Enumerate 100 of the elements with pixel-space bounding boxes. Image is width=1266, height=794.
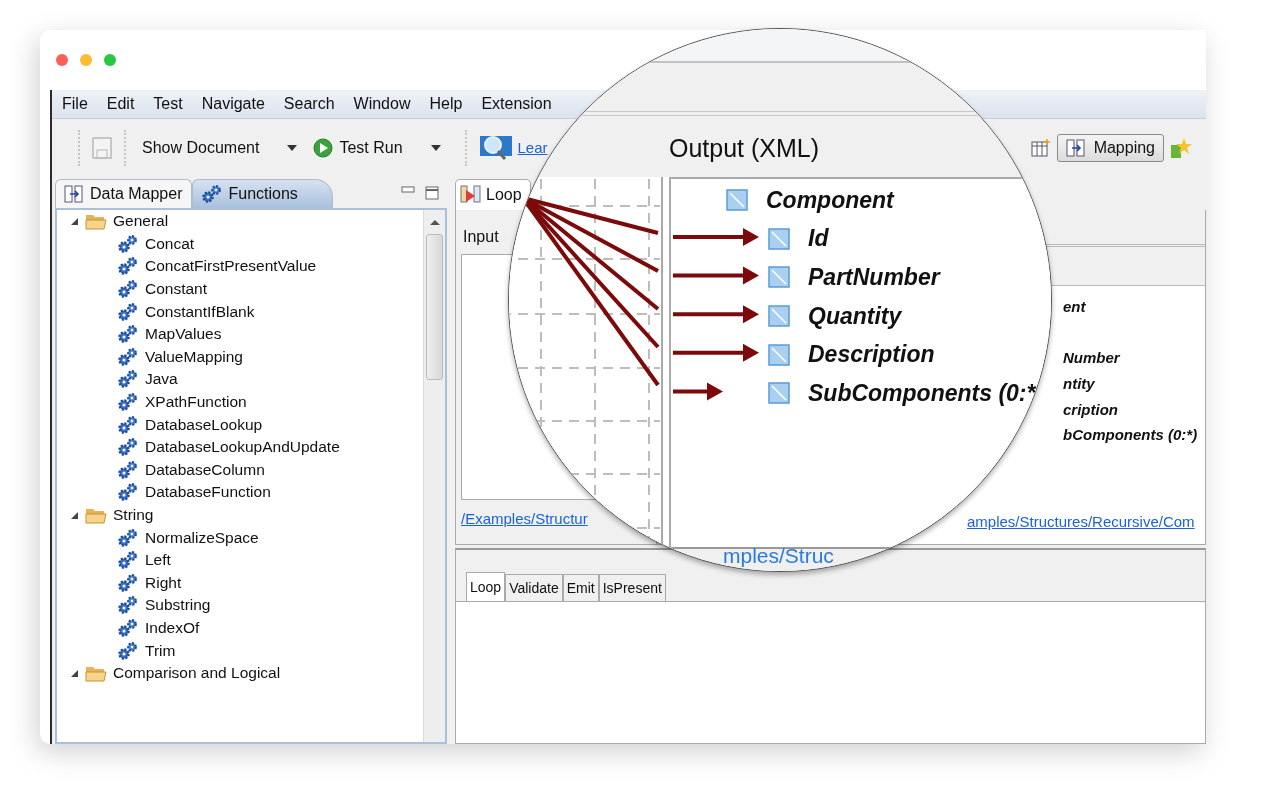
scroll-thumb[interactable] xyxy=(426,234,443,380)
mapping-file-icon xyxy=(460,184,482,206)
tree-node-label[interactable]: PartNumber xyxy=(808,264,940,291)
caret-icon[interactable] xyxy=(287,144,298,151)
function-item[interactable]: DatabaseFunction xyxy=(145,483,271,502)
gears-icon xyxy=(117,392,139,413)
function-item[interactable]: XPathFunction xyxy=(145,393,247,412)
function-item[interactable]: DatabaseLookup xyxy=(145,415,263,434)
element-icon xyxy=(768,227,790,250)
function-item[interactable]: Right xyxy=(145,573,182,592)
gears-icon xyxy=(117,550,139,571)
function-item[interactable]: IndexOf xyxy=(145,619,200,637)
play-icon xyxy=(313,137,334,158)
zoom-button[interactable] xyxy=(104,54,116,66)
scrollbar[interactable] xyxy=(423,210,445,742)
element-icon xyxy=(768,266,790,289)
document-arrow-icon xyxy=(64,184,84,204)
menu-item[interactable]: Test xyxy=(153,95,183,113)
function-item[interactable]: Constant xyxy=(145,280,208,299)
menu-item[interactable]: Edit xyxy=(106,95,135,113)
gears-icon xyxy=(117,527,139,548)
gears-icon xyxy=(117,279,139,300)
function-item[interactable]: ValueMapping xyxy=(145,347,243,366)
function-item[interactable]: Trim xyxy=(145,641,176,660)
gears-icon xyxy=(117,233,139,254)
expand-triangle-icon[interactable] xyxy=(69,668,79,679)
gears-icon xyxy=(117,572,139,593)
tab[interactable]: Loop xyxy=(466,572,506,601)
function-item[interactable]: Concat xyxy=(145,234,195,253)
file-link[interactable]: amples/Structures/Recursive/Com xyxy=(967,513,1195,530)
tree-node-label[interactable]: Description xyxy=(808,341,935,369)
gears-icon xyxy=(117,595,139,616)
gears-icon xyxy=(117,618,139,638)
tab[interactable]: Emit xyxy=(562,574,599,601)
panel-title: Output (XML) xyxy=(669,134,820,163)
tab[interactable]: IsPresent xyxy=(598,574,666,601)
scroll-up-icon[interactable] xyxy=(429,218,440,226)
function-item[interactable]: ConcatFirstPresentValue xyxy=(145,257,317,276)
menu-item[interactable]: Extension xyxy=(481,95,552,113)
tree-group-label[interactable]: General xyxy=(113,212,169,231)
document-arrow-icon xyxy=(1065,137,1086,158)
tree-node-label[interactable]: ntity xyxy=(1063,375,1095,393)
tree-node-label[interactable]: cription xyxy=(1063,400,1118,418)
menu-item[interactable]: Help xyxy=(429,95,463,113)
tree-node-label[interactable]: Quantity xyxy=(808,302,902,330)
gears-icon xyxy=(117,369,139,390)
gears-icon xyxy=(117,301,139,322)
editor-tab[interactable]: Loop xyxy=(455,179,531,210)
tree-node-label[interactable]: Component xyxy=(766,186,894,214)
folder-icon xyxy=(85,506,107,524)
menu-item[interactable]: Window xyxy=(353,95,411,113)
close-button[interactable] xyxy=(56,54,68,66)
function-item[interactable]: NormalizeSpace xyxy=(145,528,259,547)
gears-icon xyxy=(117,437,139,458)
learn-link[interactable]: Lear xyxy=(517,139,548,156)
search-icon[interactable] xyxy=(478,133,513,162)
element-icon xyxy=(726,189,748,212)
folder-icon xyxy=(85,664,107,683)
expand-triangle-icon[interactable] xyxy=(69,216,79,227)
gears-icon xyxy=(117,324,139,345)
element-icon xyxy=(768,382,790,405)
function-item[interactable]: MapValues xyxy=(145,325,222,344)
test-run-button[interactable]: Test Run xyxy=(309,134,407,161)
gears-icon xyxy=(117,482,139,503)
element-icon xyxy=(768,305,790,328)
star-folder-icon[interactable] xyxy=(1170,136,1192,159)
tree-group-label[interactable]: String xyxy=(113,506,154,524)
expand-triangle-icon[interactable] xyxy=(69,510,79,520)
file-link[interactable]: /Examples/Structur xyxy=(461,510,588,527)
show-document-button[interactable]: Show Document xyxy=(138,135,264,160)
tab[interactable]: Validate xyxy=(505,574,563,601)
function-item[interactable]: Left xyxy=(145,551,171,570)
gears-icon xyxy=(200,184,223,204)
function-item[interactable]: DatabaseColumn xyxy=(145,460,265,479)
function-item[interactable]: Substring xyxy=(145,596,211,615)
function-item[interactable]: ConstantIfBlank xyxy=(145,302,255,321)
file-link[interactable]: mples/Struc xyxy=(723,544,834,568)
panel-label: Input xyxy=(463,228,500,246)
gears-icon xyxy=(117,256,139,277)
table-add-icon[interactable] xyxy=(1030,137,1051,158)
tree-node-label[interactable]: ent xyxy=(1063,298,1086,316)
tree-group-label[interactable]: Comparison and Logical xyxy=(113,664,281,683)
gears-icon xyxy=(117,459,139,480)
function-item[interactable]: DatabaseLookupAndUpdate xyxy=(145,438,340,457)
maximize-icon[interactable] xyxy=(425,186,439,200)
menu-item[interactable]: Search xyxy=(283,95,335,113)
element-icon xyxy=(768,343,790,366)
panel-tab[interactable]: Functions xyxy=(191,179,333,208)
menu-item[interactable]: File xyxy=(62,95,88,113)
minimize-icon[interactable] xyxy=(401,186,415,194)
tree-node-label[interactable]: SubComponents (0:* xyxy=(808,379,1036,407)
panel-tab[interactable]: Data Mapper xyxy=(55,179,192,208)
menu-item[interactable]: Navigate xyxy=(201,95,265,113)
tree-node-label[interactable]: Number xyxy=(1063,349,1120,367)
caret-icon[interactable] xyxy=(430,144,441,151)
folder-icon xyxy=(85,212,107,231)
function-item[interactable]: Java xyxy=(145,370,178,389)
tree-node-label[interactable]: Id xyxy=(808,225,829,253)
tree-node-label[interactable]: bComponents (0:*) xyxy=(1063,426,1198,444)
mapping-button[interactable]: Mapping xyxy=(1056,133,1164,162)
